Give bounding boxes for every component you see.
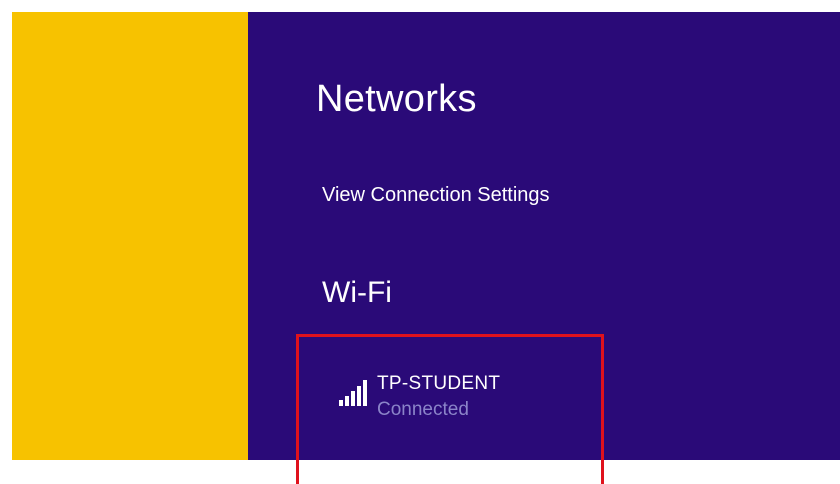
signal-bar <box>351 391 355 406</box>
signal-bar <box>345 396 349 406</box>
view-connection-settings-link[interactable]: View Connection Settings <box>322 184 550 207</box>
wifi-section-heading: Wi-Fi <box>322 276 392 309</box>
screenshot-frame: Networks View Connection Settings Wi-Fi … <box>0 0 840 484</box>
signal-bar <box>339 400 343 406</box>
accent-panel <box>12 12 248 460</box>
page-title: Networks <box>316 78 477 120</box>
network-item-tp-student[interactable]: TP-STUDENT Connected <box>296 334 604 484</box>
network-name: TP-STUDENT <box>377 373 501 394</box>
wifi-signal-icon <box>339 380 367 406</box>
signal-bar <box>363 380 367 406</box>
signal-bar <box>357 386 361 406</box>
network-status: Connected <box>377 399 469 420</box>
networks-charm-panel: Networks View Connection Settings Wi-Fi … <box>248 12 840 484</box>
